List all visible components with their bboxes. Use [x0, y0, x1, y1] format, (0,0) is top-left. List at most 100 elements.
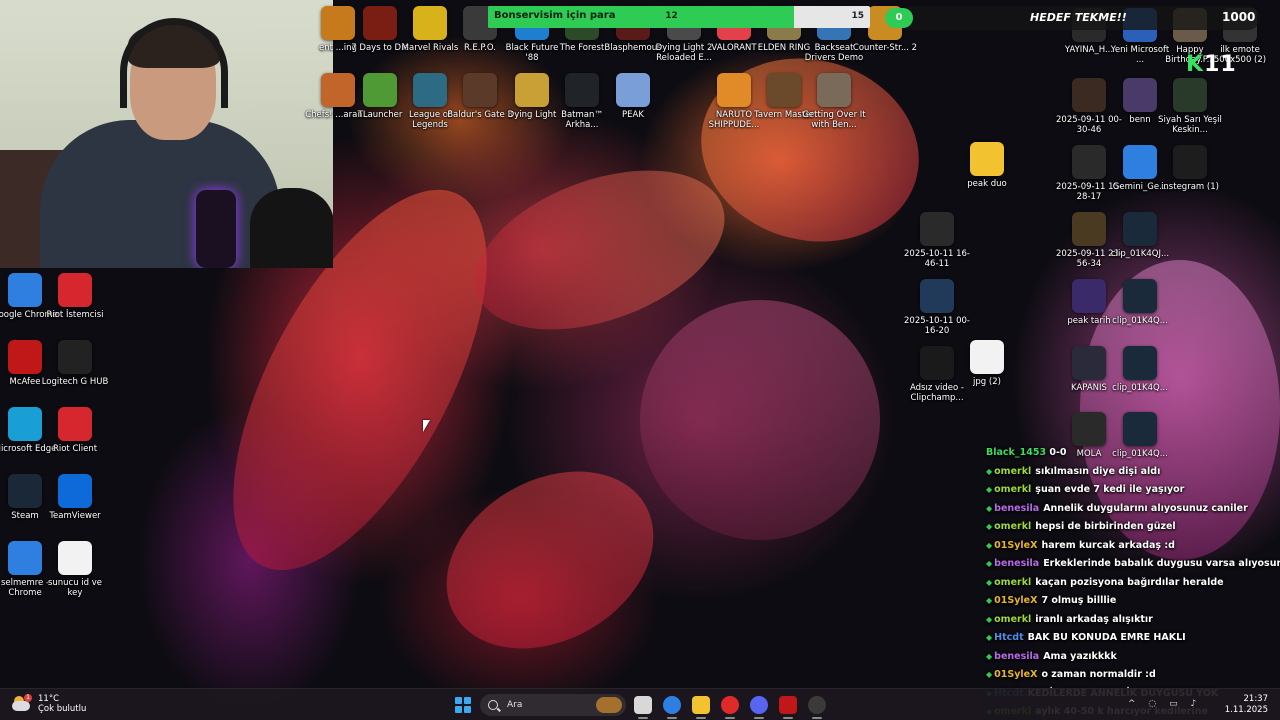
weather-widget[interactable]: 1 11°C Çok bulutlu: [12, 694, 86, 714]
desktop-icon-2025-10-11-16-46-11[interactable]: 2025-10-11 16-46-11: [903, 212, 971, 269]
desktop-icon-clip-01k4qj[interactable]: clip_01K4QJ...: [1106, 212, 1174, 259]
cloudy-weather-icon: 1: [12, 694, 32, 712]
desktop-icon-peak[interactable]: PEAK: [599, 73, 667, 120]
desktop-icon-clip-01k4q[interactable]: clip_01K4Q...: [1106, 279, 1174, 326]
desktop-icon-logitech-g-hub[interactable]: Logitech G HUB: [41, 340, 109, 387]
chat-header-user: Black_1453: [986, 447, 1047, 458]
taskbar: 1 11°C Çok bulutlu Ara ^ ◌ ▭ ♪ 21:37 1.1…: [0, 688, 1280, 720]
chat-message-text: Annelik duygularını alıyosunuz caniler: [1043, 502, 1248, 514]
mouse-cursor-icon: [423, 420, 430, 432]
k11-logo-number: 11: [1204, 52, 1237, 77]
desktop-icon-sunucu-id-ve-key[interactable]: sunucu id ve key: [41, 541, 109, 598]
wallpaper-ribbon: [640, 300, 880, 540]
desktop-icon-teamviewer[interactable]: TeamViewer: [41, 474, 109, 521]
chat-badge-icon: ◆: [986, 559, 993, 568]
game-tile-icon: [767, 73, 801, 107]
video-thumb-icon: [920, 212, 954, 246]
k11-logo: K11: [1186, 52, 1237, 77]
game-tile-icon: [717, 73, 751, 107]
taskbar-running-indicator: [754, 717, 764, 719]
chat-message-list: ◆ omerkl sıkılmasın diye dişi aldı ◆ omerkl ş…: [986, 463, 1280, 720]
game-tile-icon: [463, 73, 497, 107]
document-icon: [58, 541, 92, 575]
goal-end-value: 15: [851, 11, 864, 21]
clock-date: 1.11.2025: [1224, 705, 1268, 715]
taskbar-running-indicator: [783, 717, 793, 719]
chat-message: ◆ Htcdt BAK BU KONUDA EMRE HAKLI: [986, 629, 1280, 648]
start-tile: [455, 697, 462, 704]
discord-icon[interactable]: [750, 696, 768, 714]
desktop-icon-label: instegram (1): [1161, 182, 1219, 192]
chat-username: 01SyleX: [994, 539, 1038, 551]
system-tray[interactable]: ^ ◌ ▭ ♪: [1128, 699, 1201, 709]
chat-username: benesila: [994, 650, 1040, 662]
desktop-icon-label: clip_01K4QJ...: [1110, 249, 1170, 259]
logitech-g-icon: [58, 340, 92, 374]
goal-badge: 0: [885, 8, 913, 28]
start-tile: [464, 706, 471, 713]
video-thumb-icon: [920, 346, 954, 380]
desktop-icon-instegram-1[interactable]: instegram (1): [1156, 145, 1224, 192]
desktop-icon-jpg-2[interactable]: jpg (2): [953, 340, 1021, 387]
game-tile-icon: [515, 73, 549, 107]
chat-header: Black_1453 0-0: [986, 444, 1280, 463]
steam-icon: [8, 474, 42, 508]
chat-message: ◆ omerkl sıkılmasın diye dişi aldı: [986, 463, 1280, 482]
weather-alert-badge: 1: [24, 694, 32, 702]
desktop-icon-label: sunucu id ve key: [47, 578, 103, 598]
webcam-overlay: [0, 0, 333, 268]
video-thumb-icon: [1123, 212, 1157, 246]
desktop-icon-getting-over-it-with-ben[interactable]: Getting Over It with Ben...: [800, 73, 868, 130]
mcafee-icon[interactable]: [779, 696, 797, 714]
file-explorer-icon[interactable]: [692, 696, 710, 714]
desktop-icon-label: 2025-10-11 00-16-20: [904, 316, 970, 336]
chrome-icon[interactable]: [663, 696, 681, 714]
chat-username: 01SyleX: [994, 595, 1038, 606]
hammer-icon: [817, 73, 851, 107]
donation-goal-bar: Bonservisim için para 12 15: [488, 6, 870, 28]
chat-message-text: o zaman normaldir :d: [1041, 669, 1156, 680]
chat-username: Htcdt: [994, 632, 1024, 643]
desktop-icon-peak-duo[interactable]: peak duo: [953, 142, 1021, 189]
desktop-icon-label: Riot İstemcisi: [46, 310, 104, 320]
goal-target-value: 1000: [1222, 10, 1256, 24]
desktop-icon-label: 2025-10-11 16-46-11: [904, 249, 970, 269]
chat-badge-icon: ◆: [986, 633, 993, 642]
windows-start-icon[interactable]: [455, 697, 471, 713]
chat-badge-icon: ◆: [986, 466, 993, 476]
desktop-icon-siyah-sar-ye-il-keskin[interactable]: Siyah Sarı Yeşil Keskin...: [1156, 78, 1224, 135]
desktop-icon-riot-client[interactable]: Riot Client: [41, 407, 109, 454]
chat-message: ◆ benesila Erkeklerinde babalık duygusu va…: [986, 555, 1280, 574]
video-thumb-icon: [920, 279, 954, 313]
webcam-cat: [250, 188, 333, 268]
riot-fist-icon: [58, 273, 92, 307]
edge-icon: [8, 407, 42, 441]
video-thumb-icon: [1072, 78, 1106, 112]
desktop-icon-riot-i-stemcisi[interactable]: Riot İstemcisi: [41, 273, 109, 320]
game-tile-icon: [565, 73, 599, 107]
desktop-icon-label: Counter-Str... 2: [852, 43, 918, 53]
game-tile-icon: [413, 6, 447, 40]
taskbar-clock[interactable]: 21:37 1.11.2025: [1225, 694, 1268, 716]
search-placeholder: Ara: [507, 700, 523, 710]
taskbar-running-indicator: [812, 717, 822, 719]
desktop-icon-2025-10-11-00-16-20[interactable]: 2025-10-11 00-16-20: [903, 279, 971, 336]
chat-message-text: Ama yazıkkkk: [1043, 650, 1117, 662]
chat-message: ◆ benesila Annelik duygularını alıyosunuz …: [986, 500, 1280, 519]
opera-icon[interactable]: [721, 696, 739, 714]
taskbar-search-box[interactable]: Ara: [480, 694, 626, 716]
chat-message-text: 7 olmuş billlie: [1041, 595, 1117, 606]
folder-icon: [970, 142, 1004, 176]
video-thumb-icon: [1123, 412, 1157, 446]
mcafee-shield-icon: [8, 340, 42, 374]
desktop-icon-label: PEAK: [622, 110, 644, 120]
obs-icon[interactable]: [808, 696, 826, 714]
chat-message: ◆ omerkl hepsi de birbirinden güzel: [986, 518, 1280, 537]
chat-header-score: 0-0: [1049, 447, 1067, 458]
chat-badge-icon: ◆: [986, 596, 993, 605]
weather-temperature: 11°C: [38, 694, 60, 704]
image-thumb-icon: [1173, 78, 1207, 112]
desktop-icon-clip-01k4q[interactable]: clip_01K4Q...: [1106, 346, 1174, 393]
chat-badge-icon: ◆: [986, 503, 993, 513]
task-view-icon[interactable]: [634, 696, 652, 714]
